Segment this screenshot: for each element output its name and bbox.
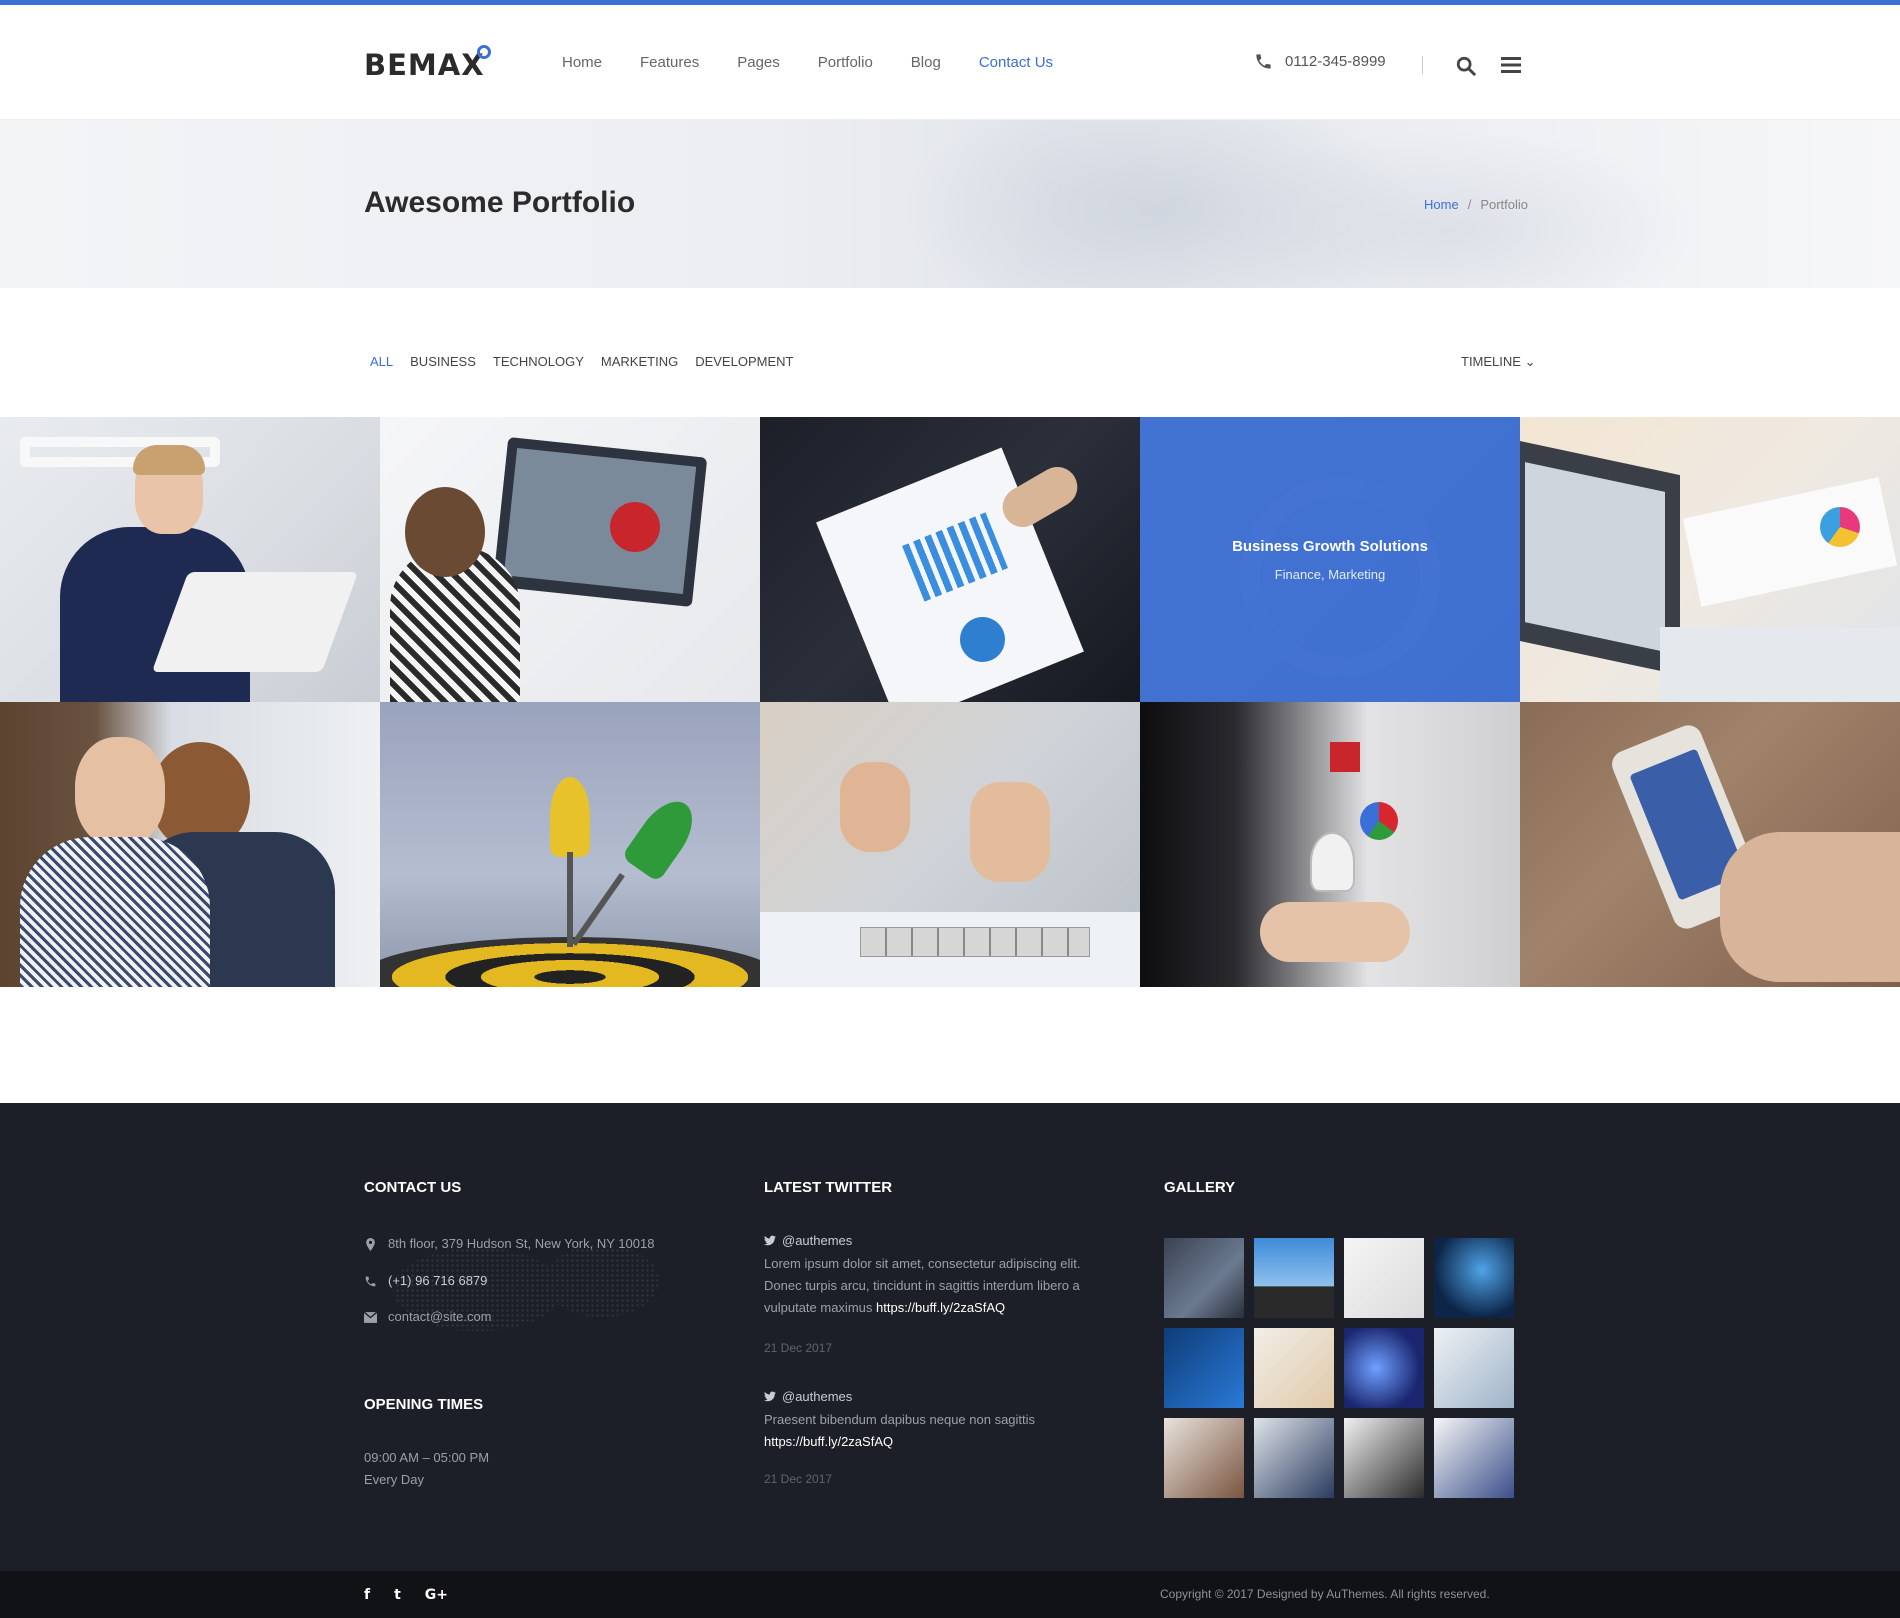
- timeline-label: TIMELINE: [1461, 354, 1521, 369]
- twitter-icon: [764, 1235, 776, 1246]
- portfolio-item-categories: Finance, Marketing: [1274, 566, 1386, 582]
- gallery-thumb[interactable]: [1434, 1418, 1514, 1498]
- gallery-thumb[interactable]: [1164, 1328, 1244, 1408]
- portfolio-hover-overlay: Business Growth Solutions Finance, Marke…: [1140, 417, 1520, 702]
- tweet-2-date: 21 Dec 2017: [764, 1472, 833, 1486]
- hamburger-menu-icon[interactable]: [1500, 55, 1522, 75]
- gallery-thumb[interactable]: [1254, 1238, 1334, 1318]
- page-title: Awesome Portfolio: [364, 186, 636, 219]
- portfolio-item-9[interactable]: [1140, 702, 1520, 987]
- envelope-icon: [364, 1311, 377, 1323]
- nav-features[interactable]: Features: [640, 54, 699, 71]
- phone-icon: [1256, 54, 1271, 69]
- twitter-icon[interactable]: t: [394, 1587, 401, 1603]
- portfolio-item-7[interactable]: [380, 702, 760, 987]
- tweet-1-handle: @authemes: [782, 1233, 853, 1248]
- copyright: Copyright © 2017 Designed by AuThemes. A…: [1160, 1587, 1490, 1601]
- main-nav: Home Features Pages Portfolio Blog Conta…: [562, 54, 1091, 71]
- header-divider: [1422, 56, 1423, 74]
- search-icon[interactable]: [1455, 55, 1477, 77]
- contact-address: 8th floor, 379 Hudson St, New York, NY 1…: [388, 1236, 655, 1251]
- phone-number: 0112-345-8999: [1285, 53, 1386, 70]
- google-plus-icon[interactable]: G+: [425, 1587, 448, 1603]
- logo[interactable]: BEMAX: [364, 48, 485, 82]
- tweet-2-text: Praesent bibendum dapibus neque non sagi…: [764, 1409, 1064, 1453]
- header-phone[interactable]: 0112-345-8999: [1254, 52, 1386, 71]
- breadcrumb-current: Portfolio: [1480, 197, 1529, 212]
- filter-business[interactable]: BUSINESS: [410, 354, 476, 369]
- contact-phone[interactable]: (+1) 96 716 6879: [388, 1270, 487, 1292]
- nav-home[interactable]: Home: [562, 54, 602, 71]
- footer-gallery: [1164, 1238, 1514, 1498]
- latest-twitter-heading: LATEST TWITTER: [764, 1179, 893, 1196]
- portfolio-item-6[interactable]: [0, 702, 380, 987]
- opening-times-heading: OPENING TIMES: [364, 1396, 484, 1413]
- site-header: BEMAX Home Features Pages Portfolio Blog…: [0, 5, 1900, 120]
- portfolio-item-3[interactable]: [760, 417, 1140, 702]
- gallery-heading: GALLERY: [1164, 1179, 1236, 1196]
- portfolio-item-10[interactable]: [1520, 702, 1900, 987]
- contact-email[interactable]: contact@site.com: [388, 1306, 492, 1328]
- filter-all[interactable]: ALL: [370, 354, 393, 369]
- gallery-thumb[interactable]: [1254, 1328, 1334, 1408]
- gallery-thumb[interactable]: [1344, 1418, 1424, 1498]
- nav-pages[interactable]: Pages: [737, 54, 780, 71]
- footer-bottom-bar: f t G+ Copyright © 2017 Designed by AuTh…: [0, 1571, 1900, 1618]
- facebook-icon[interactable]: f: [364, 1587, 370, 1603]
- phone-icon: [365, 1276, 376, 1287]
- site-footer: CONTACT US 8th floor, 379 Hudson St, New…: [0, 1103, 1900, 1571]
- breadcrumb-home[interactable]: Home: [1424, 197, 1459, 212]
- portfolio-item-4[interactable]: Business Growth Solutions Finance, Marke…: [1140, 417, 1520, 702]
- timeline-dropdown[interactable]: TIMELINE ⌄: [1461, 354, 1536, 370]
- tweet-1-text: Lorem ipsum dolor sit amet, consectetur …: [764, 1253, 1104, 1319]
- portfolio-item-8[interactable]: [760, 702, 1140, 987]
- gallery-thumb[interactable]: [1344, 1238, 1424, 1318]
- tweet-2-body: Praesent bibendum dapibus neque non sagi…: [764, 1412, 1036, 1427]
- gallery-thumb[interactable]: [1434, 1238, 1514, 1318]
- gallery-thumb[interactable]: [1434, 1328, 1514, 1408]
- portfolio-item-1[interactable]: [0, 417, 380, 702]
- chevron-down-icon: ⌄: [1524, 354, 1536, 369]
- tweet-1-link[interactable]: https://buff.ly/2zaSfAQ: [876, 1300, 1005, 1315]
- portfolio-item-2[interactable]: [380, 417, 760, 702]
- tweet-2-author[interactable]: @authemes: [764, 1389, 852, 1404]
- gallery-thumb[interactable]: [1164, 1418, 1244, 1498]
- gallery-thumb[interactable]: [1344, 1328, 1424, 1408]
- tweet-1-date: 21 Dec 2017: [764, 1341, 833, 1355]
- nav-portfolio[interactable]: Portfolio: [818, 54, 873, 71]
- twitter-icon: [764, 1391, 776, 1402]
- social-links: f t G+: [364, 1587, 448, 1603]
- portfolio-grid: Business Growth Solutions Finance, Marke…: [0, 417, 1900, 987]
- nav-blog[interactable]: Blog: [911, 54, 941, 71]
- filter-technology[interactable]: TECHNOLOGY: [493, 354, 584, 369]
- nav-contact-us[interactable]: Contact Us: [979, 54, 1053, 71]
- gallery-thumb[interactable]: [1164, 1238, 1244, 1318]
- gallery-thumb[interactable]: [1254, 1418, 1334, 1498]
- tweet-2-link[interactable]: https://buff.ly/2zaSfAQ: [764, 1434, 893, 1449]
- portfolio-item-5[interactable]: [1520, 417, 1900, 702]
- portfolio-filters: ALL BUSINESS TECHNOLOGY MARKETING DEVELO…: [370, 354, 810, 369]
- breadcrumb: Home / Portfolio: [1424, 197, 1528, 212]
- filter-marketing[interactable]: MARKETING: [601, 354, 678, 369]
- tweet-2-handle: @authemes: [782, 1389, 853, 1404]
- breadcrumb-separator: /: [1467, 197, 1472, 212]
- logo-dot: [477, 45, 491, 59]
- opening-days: Every Day: [364, 1472, 424, 1487]
- opening-hours: 09:00 AM – 05:00 PM: [364, 1450, 490, 1465]
- filter-development[interactable]: DEVELOPMENT: [695, 354, 793, 369]
- portfolio-item-title[interactable]: Business Growth Solutions: [1232, 538, 1428, 555]
- tweet-1-author[interactable]: @authemes: [764, 1233, 852, 1248]
- contact-us-heading: CONTACT US: [364, 1179, 462, 1196]
- location-pin-icon: [366, 1238, 375, 1251]
- page-title-band: Awesome Portfolio Home / Portfolio: [0, 120, 1900, 288]
